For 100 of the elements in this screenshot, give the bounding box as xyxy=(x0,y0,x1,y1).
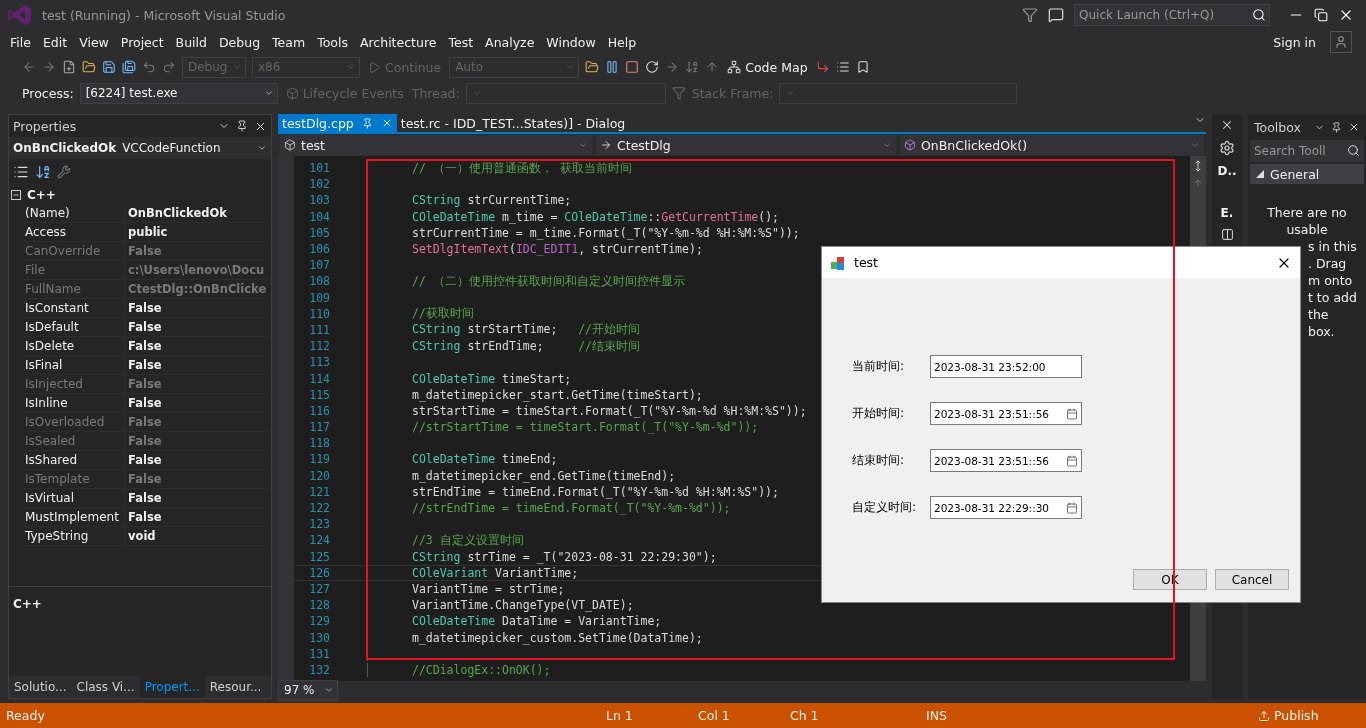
publish-button[interactable]: Publish xyxy=(1256,708,1321,723)
menu-item[interactable]: Debug xyxy=(213,34,267,50)
line-number: 114 xyxy=(308,371,330,386)
close-icon[interactable] xyxy=(1348,121,1360,133)
code-line: COleVariant VariantTime; xyxy=(411,565,579,580)
menu-item[interactable]: Window xyxy=(540,34,602,50)
restart-icon[interactable] xyxy=(645,60,660,74)
account-avatar[interactable] xyxy=(1330,31,1352,53)
code-line: CString strTime = _T("2023-08-31 22:29:30"); xyxy=(411,549,717,564)
stop-icon[interactable] xyxy=(625,60,640,74)
class-dropdown[interactable]: CtestDlg xyxy=(596,135,896,155)
save-all-icon[interactable] xyxy=(122,60,136,74)
menu-item[interactable]: File xyxy=(4,34,37,50)
search-icon xyxy=(1252,8,1266,22)
calendar-icon xyxy=(1066,407,1078,420)
dialog-title: test xyxy=(854,255,879,270)
field-label: 结束时间: xyxy=(852,452,906,469)
object-name: OnBnClickedOk xyxy=(13,141,117,155)
filter-icon[interactable] xyxy=(1022,7,1038,23)
categorized-icon[interactable] xyxy=(13,164,29,180)
property-name: IsOverloaded xyxy=(21,413,125,431)
line-indicator: Ln 1 xyxy=(606,708,634,723)
caret-icon xyxy=(232,62,242,72)
menu-item[interactable]: Team xyxy=(266,34,312,50)
expanded-triangle-icon[interactable] xyxy=(1256,170,1264,178)
line-number: 106 xyxy=(308,242,330,257)
back-icon[interactable] xyxy=(22,60,36,74)
menu-item[interactable]: Analyze xyxy=(479,34,541,50)
line-number: 105 xyxy=(308,225,330,240)
menu-item[interactable]: Tools xyxy=(311,34,354,50)
property-value: False xyxy=(127,357,163,374)
member-dropdown[interactable]: OnBnClickedOk() xyxy=(900,135,1204,155)
pin-icon[interactable] xyxy=(1331,121,1342,133)
menu-item[interactable]: Project xyxy=(114,34,170,50)
pin-icon xyxy=(361,117,373,129)
columns-icon[interactable] xyxy=(1220,228,1234,241)
date-time-picker[interactable]: 2023-08-31 23:51::56 xyxy=(930,449,1082,472)
code-line: strCurrentTime = m_time.Format(_T("%Y-%m-%d %H:%M:%S")); xyxy=(411,225,800,240)
date-time-picker[interactable]: 2023-08-31 22:29::30 xyxy=(930,496,1082,519)
settings-icon[interactable] xyxy=(1219,140,1235,156)
process-dropdown[interactable]: [6224] test.exe xyxy=(79,82,278,104)
empty-message: t to add xyxy=(1308,289,1357,306)
line-number: 126 xyxy=(308,565,330,580)
save-icon[interactable] xyxy=(102,60,116,74)
dialog-button[interactable]: Cancel xyxy=(1215,569,1289,590)
text-field[interactable]: 2023-08-31 23:52:00 xyxy=(930,355,1082,378)
search-icon xyxy=(1347,144,1360,157)
redo-icon[interactable] xyxy=(162,60,176,74)
document-tab[interactable]: testDlg.cpp xyxy=(278,114,397,132)
wrench-icon[interactable] xyxy=(57,165,71,179)
quick-launch-field[interactable]: Quick Launch (Ctrl+Q) xyxy=(1074,4,1270,26)
new-file-icon[interactable] xyxy=(62,60,76,74)
code-line: //3 自定义设置时间 xyxy=(411,532,524,548)
property-name: IsVirtual xyxy=(21,489,125,507)
code-line: COleDateTime m_time = COleDateTime::GetCurrentTime(); xyxy=(411,209,779,224)
menu-item[interactable]: Build xyxy=(169,34,213,50)
menu-item[interactable]: View xyxy=(73,34,115,50)
forward-icon[interactable] xyxy=(42,60,56,74)
document-tab[interactable]: test.rc - IDD_TEST...States)] - Dialog xyxy=(396,114,630,132)
line-number: 132 xyxy=(308,662,330,677)
pause-icon[interactable] xyxy=(605,60,620,74)
status-text: Ready xyxy=(6,708,46,723)
code-line: //获取时间 xyxy=(411,306,474,322)
toolbox-group[interactable]: General xyxy=(1250,164,1364,184)
code-line: CString strCurrentTime; xyxy=(411,193,572,208)
menu-item[interactable]: Help xyxy=(601,34,643,50)
calendar-icon xyxy=(1066,501,1078,514)
stack-frame-label: Stack Frame: xyxy=(691,85,774,101)
pin-icon[interactable] xyxy=(236,120,248,132)
feedback-icon[interactable] xyxy=(1048,7,1064,23)
restore-icon[interactable] xyxy=(1314,8,1328,22)
collapse-icon[interactable] xyxy=(11,189,21,200)
bookmark-icon[interactable] xyxy=(855,60,870,74)
diagram-icon xyxy=(727,60,742,74)
caret-icon xyxy=(565,62,576,72)
step-out-icon[interactable] xyxy=(705,60,720,74)
menu-item[interactable]: Architecture xyxy=(353,34,443,50)
date-time-picker[interactable]: 2023-08-31 23:51::56 xyxy=(930,402,1082,425)
code-map-button[interactable]: Code Map xyxy=(725,59,810,75)
menu-item[interactable]: Edit xyxy=(36,34,74,50)
sign-in-link[interactable]: Sign in xyxy=(1273,34,1316,50)
alphabetical-icon[interactable] xyxy=(35,164,51,180)
close-icon[interactable] xyxy=(1220,118,1234,132)
undo-icon[interactable] xyxy=(142,60,156,74)
object-selector[interactable]: OnBnClickedOk VCCodeFunction xyxy=(9,137,271,159)
zoom-dropdown[interactable]: 97 % xyxy=(278,679,338,701)
property-name: Access xyxy=(21,223,125,241)
line-number: 110 xyxy=(308,306,330,321)
project-dropdown[interactable]: test xyxy=(280,135,592,155)
caret-icon xyxy=(324,685,334,695)
menu-item[interactable]: Test xyxy=(442,34,480,50)
toolbox-search-field[interactable]: Search Tooll xyxy=(1250,140,1364,162)
property-name: IsDefault xyxy=(21,318,125,336)
code-line: COleDateTime timeStart; xyxy=(411,371,572,386)
empty-message: s in this xyxy=(1308,238,1357,255)
list-icon[interactable] xyxy=(835,60,850,74)
open-folder-icon[interactable] xyxy=(82,60,96,74)
panel-tab[interactable]: Propert... xyxy=(139,676,205,698)
property-name: MustImplement xyxy=(21,508,125,526)
step-icon[interactable] xyxy=(665,60,680,74)
